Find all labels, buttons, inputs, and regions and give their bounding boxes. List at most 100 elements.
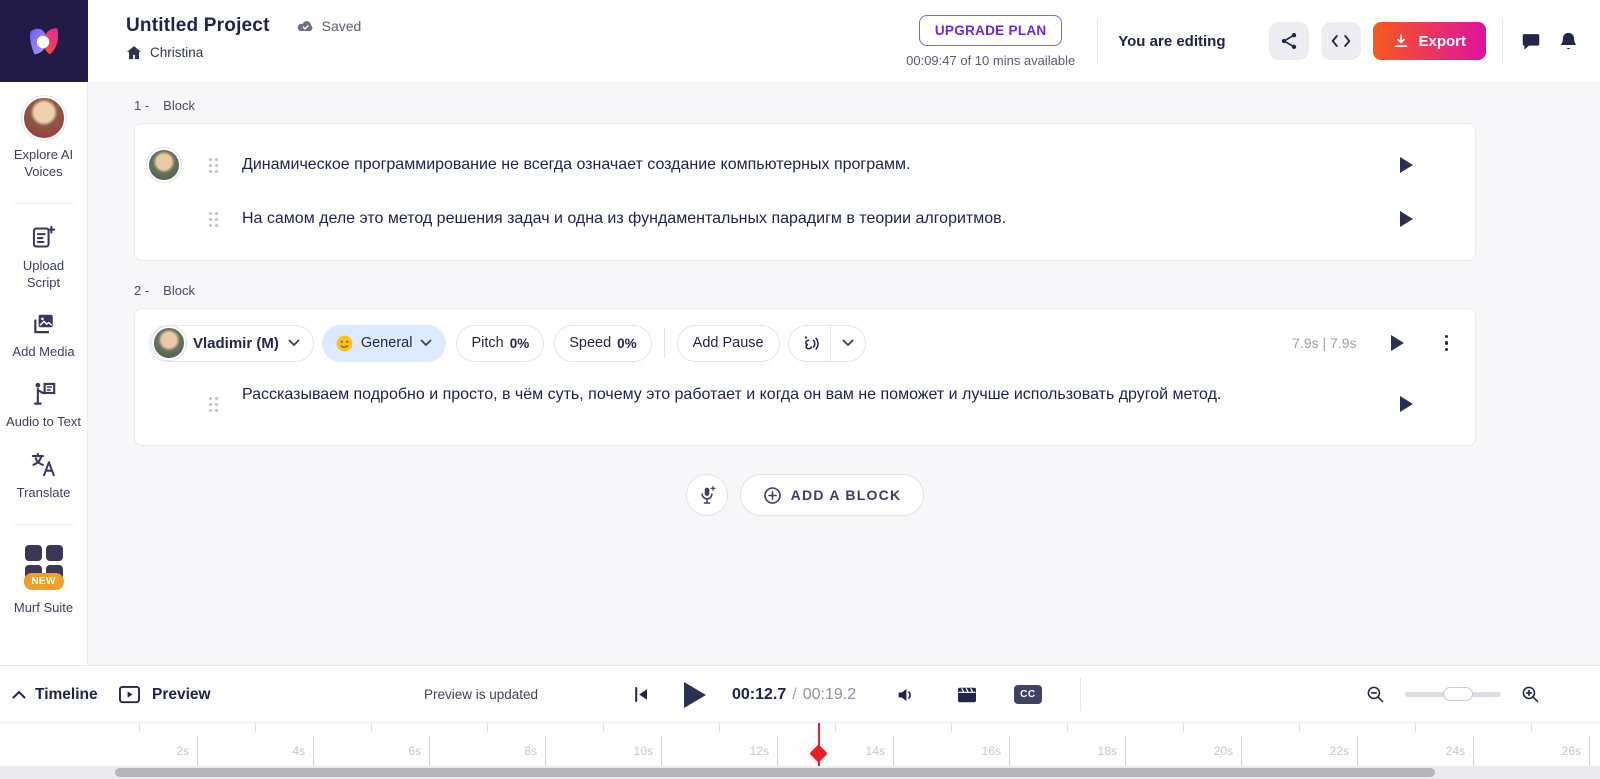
ruler-tick [255,723,256,732]
sidebar-item-audio-to-text[interactable]: Audio to Text [0,380,87,431]
record-voice-button[interactable] [685,474,728,516]
ruler-tick-label: 6s [408,744,421,758]
share-icon [1282,33,1297,49]
voice-selector[interactable]: Vladimir (M) [149,324,314,362]
header-divider [1097,19,1099,63]
saved-label: Saved [321,18,362,34]
playback-divider [1080,678,1081,711]
smiley-icon [336,335,353,351]
sidebar-item-add-media[interactable]: Add Media [0,312,87,361]
pronunciation-dropdown[interactable] [829,325,865,361]
ruler-tick [197,736,198,767]
add-block-button[interactable]: ADD A BLOCK [739,474,925,516]
comments-button[interactable] [1517,28,1545,55]
ruler-tick [1067,723,1068,732]
ruler-tick [661,736,662,767]
speaker-avatar[interactable] [149,150,179,180]
header: Untitled Project Saved Christina UPGRADE [0,0,1600,82]
sidebar-item-upload-script[interactable]: Upload Script [0,224,87,292]
sidebar-item-murf-suite[interactable]: NEW Murf Suite [0,545,87,617]
murf-logo[interactable] [0,0,88,82]
mic-plus-icon [700,485,716,504]
pitch-value: 0% [509,335,530,351]
ruler-tick [139,723,140,732]
sidebar-divider [14,202,73,204]
drag-handle[interactable] [209,157,218,173]
pitch-control[interactable]: Pitch 0% [456,324,545,362]
export-button[interactable]: Export [1373,22,1486,60]
sidebar-divider [14,524,73,526]
timeline-ruler[interactable]: 2s 4s 6s 8s 10s 12s 14s 16s 18s 20s 22s 24s 26s [0,722,1600,772]
mood-selector[interactable]: General [321,324,447,362]
captions-button[interactable]: CC [1014,685,1042,704]
timeline-scrollbar-thumb[interactable] [115,768,1435,777]
embed-code-button[interactable] [1321,22,1362,60]
zoom-slider-thumb[interactable] [1443,687,1473,701]
play-button[interactable] [684,681,706,708]
drag-handle[interactable] [209,211,218,227]
block-menu-button[interactable] [1442,332,1452,355]
zoom-in-button[interactable] [1519,683,1542,706]
play-line-button[interactable] [1400,211,1413,227]
ruler-tick [719,723,720,732]
volume-icon [898,688,912,701]
upgrade-plan-button[interactable]: UPGRADE PLAN [918,14,1063,46]
play-block-button[interactable] [1390,335,1404,351]
script-text[interactable]: Рассказываем подробно и просто, в чём су… [242,383,1232,406]
ruler-tick-label: 14s [865,744,885,758]
cloud-check-icon [297,21,312,32]
skip-to-start-button[interactable] [630,683,652,706]
timeline-toggle[interactable]: Timeline [12,666,98,723]
add-pause-label: Add Pause [692,335,764,351]
ruler-tick-label: 8s [524,744,537,758]
sidebar-item-explore-ai-voices[interactable]: Explore AI Voices [0,96,87,181]
minutes-available: 00:09:47 of 10 mins available [906,52,1076,68]
ruler-tick [1357,736,1358,767]
script-text[interactable]: Динамическое программирование не всегда … [242,153,1400,176]
murf-logo-icon [29,28,59,55]
ruler-tick [777,736,778,767]
comment-icon [1522,33,1540,50]
chevron-down-icon [421,339,432,347]
editor-canvas: 1 - Block Динамическое программирование … [88,82,1600,665]
speed-control[interactable]: Speed 0% [554,324,652,362]
mood-label: General [360,335,413,351]
voice-name: Vladimir (M) [193,334,279,352]
ruler-tick [429,736,430,767]
ruler-tick [1415,723,1416,732]
chevron-down-icon [288,339,300,347]
ruler-tick [1009,736,1010,767]
sidebar-item-translate[interactable]: Translate [0,451,87,502]
breadcrumb[interactable]: Christina [126,45,361,60]
preview-status: Preview is updated [424,687,539,702]
block-2-label: 2 - Block [134,283,1476,298]
header-divider [1502,19,1503,63]
playhead[interactable] [817,723,820,772]
share-button[interactable] [1269,22,1310,60]
ruler-tick [371,723,372,732]
zoom-slider[interactable] [1405,687,1501,701]
add-pause-button[interactable]: Add Pause [676,324,780,362]
skip-start-icon [635,687,647,702]
preview-toggle[interactable]: Preview [118,666,211,723]
translate-icon [31,453,55,477]
play-line-button[interactable] [1400,396,1413,412]
drag-handle[interactable] [209,397,218,412]
zoom-out-button[interactable] [1364,683,1387,706]
script-text[interactable]: На самом деле это метод решения задач и … [242,207,1400,230]
scenes-button[interactable] [956,686,978,704]
timeline-scrollbar[interactable] [0,766,1600,779]
ruler-tick-label: 10s [633,744,653,758]
pronunciation-button[interactable] [789,326,830,361]
add-block-label: ADD A BLOCK [790,487,902,503]
home-icon [127,46,141,60]
chevron-up-icon [12,690,26,699]
block-duration: 7.9s | 7.9s [1292,335,1357,351]
speed-value: 0% [617,335,637,351]
ruler-tick-label: 22s [1329,744,1349,758]
volume-button[interactable] [896,686,916,704]
play-line-button[interactable] [1400,157,1413,173]
notifications-button[interactable] [1555,27,1582,56]
project-title[interactable]: Untitled Project [126,15,270,37]
pitch-label: Pitch [471,335,504,351]
